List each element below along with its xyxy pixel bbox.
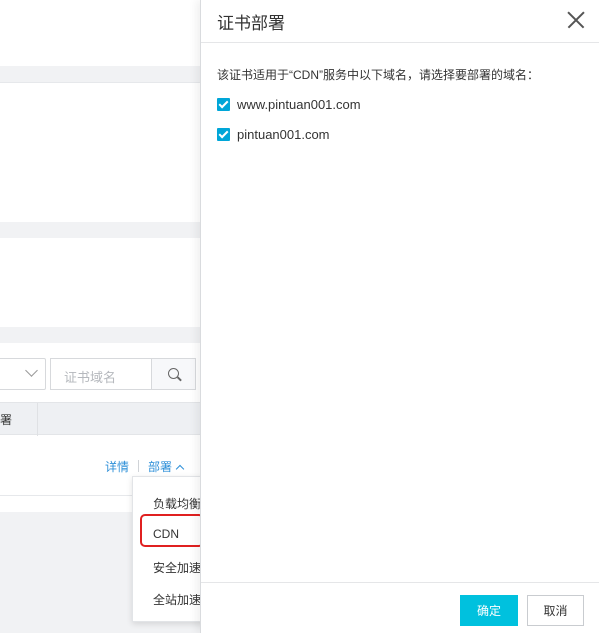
chevron-up-icon [175,464,185,474]
panel-title: 证书部署 [217,14,285,33]
table-column-header: 署 [0,413,13,427]
menu-item-secure-acceleration[interactable]: 安全加速 [153,559,201,576]
table-header: 署 [0,402,200,436]
cancel-button[interactable]: 取消 [527,595,584,626]
close-icon[interactable] [566,10,586,30]
column-separator [37,403,38,436]
confirm-button[interactable]: 确定 [460,595,518,626]
panel-header: 证书部署 [201,0,599,43]
panel-footer: 确定 取消 [201,582,599,633]
panel-description: 该证书适用于“CDN”服务中以下域名，请选择要部署的域名： [217,68,539,82]
filter-select[interactable] [0,358,46,390]
chevron-down-icon [25,364,38,377]
action-divider [138,460,140,472]
detail-link[interactable]: 详情 [105,458,129,475]
row-actions: 详情 部署 [105,458,185,475]
divider [0,82,200,83]
domain-option[interactable]: pintuan001.com [217,126,330,142]
menu-item-load-balancer[interactable]: 负载均衡 [153,495,201,512]
certificate-deploy-panel: 证书部署 该证书适用于“CDN”服务中以下域名，请选择要部署的域名： www.p… [200,0,599,633]
deploy-link[interactable]: 部署 [148,458,172,475]
search-button[interactable] [151,358,196,390]
annotation-highlight [140,514,204,547]
checkbox-checked-icon[interactable] [217,127,230,141]
section-separator [0,66,200,82]
domain-label: pintuan001.com [237,126,330,142]
search-input[interactable]: 证书域名 [50,358,152,390]
domain-option[interactable]: www.pintuan001.com [217,96,361,112]
domain-label: www.pintuan001.com [237,96,361,112]
checkbox-checked-icon[interactable] [217,97,230,111]
search-icon [168,368,179,379]
menu-item-full-site-acceleration[interactable]: 全站加速 [153,591,201,608]
section-separator [0,327,200,343]
section-separator [0,222,200,238]
